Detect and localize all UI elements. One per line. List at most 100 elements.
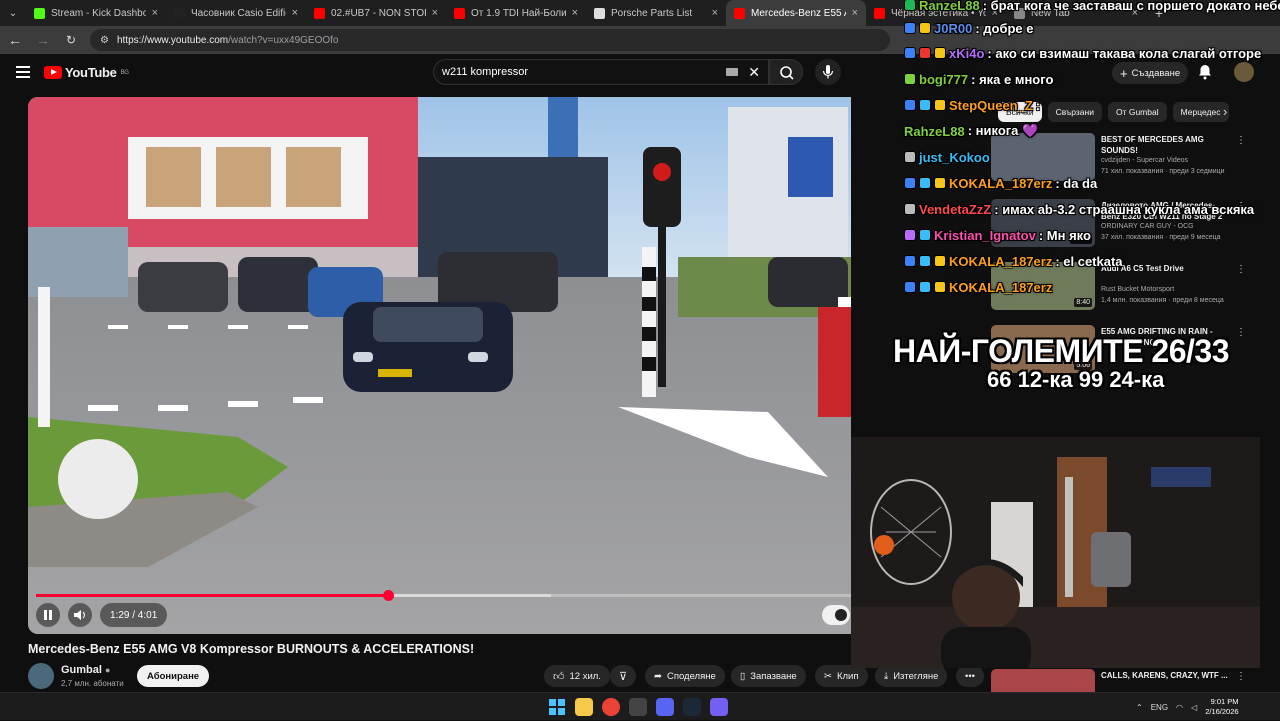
autoplay-knob <box>835 609 847 621</box>
windows-start-icon[interactable] <box>548 698 566 716</box>
browser-tab[interactable]: От 1.9 TDI Най-Болия! I Бих × <box>446 0 586 26</box>
chat-message: KOKALA_187erz: da da <box>904 172 1097 194</box>
viber-icon[interactable] <box>710 698 728 716</box>
more-options-icon[interactable]: ⋮ <box>1236 327 1246 338</box>
chat-message: KOKALA_187erz <box>904 276 1052 298</box>
youtube-play-icon <box>44 66 62 79</box>
clock[interactable]: 9:01 PM 2/16/2026 <box>1205 697 1238 717</box>
progress-bar[interactable] <box>36 590 851 601</box>
pause-icon <box>44 610 52 620</box>
tab-title: Часовник Casio Edifice ECB <box>191 7 286 19</box>
chat-username[interactable]: RahzeL88 <box>904 124 965 139</box>
discord-icon[interactable] <box>656 698 674 716</box>
chat-username[interactable]: bogi777 <box>919 72 968 87</box>
chat-badge-icon <box>904 177 916 189</box>
chevron-up-icon[interactable]: ⌃ <box>1136 703 1143 712</box>
chat-badge-icon <box>904 73 916 85</box>
search-input[interactable]: w211 kompressor ✕ <box>433 59 769 85</box>
obs-icon[interactable] <box>629 698 647 716</box>
progress-scrubber[interactable] <box>383 590 395 601</box>
keyboard-icon[interactable] <box>726 68 739 76</box>
close-tab-icon[interactable]: × <box>852 7 858 19</box>
like-button[interactable]: 👍︎ 12 хил. <box>544 665 610 687</box>
chat-username[interactable]: RanzeL88 <box>919 0 980 13</box>
time-text: 1:29 / 4:01 <box>110 609 158 621</box>
dislike-button[interactable]: ⊽ <box>610 665 637 687</box>
input-language[interactable]: ENG <box>1151 703 1168 712</box>
close-tab-icon[interactable]: × <box>572 7 578 19</box>
chat-message: StepQueen_Z: <box>904 94 1040 116</box>
subscribe-button[interactable]: Абониране <box>137 665 210 687</box>
close-tab-icon[interactable]: × <box>432 7 438 19</box>
channel-avatar[interactable] <box>28 663 54 689</box>
time-display: 1:29 / 4:01 <box>100 603 168 627</box>
chat-username[interactable]: KOKALA_187erz <box>949 254 1052 269</box>
download-button[interactable]: ⤓ Изтегляне <box>875 665 948 687</box>
pause-button[interactable] <box>36 603 60 627</box>
close-tab-icon[interactable]: × <box>152 7 158 19</box>
close-tab-icon[interactable]: × <box>292 7 298 19</box>
voice-search-button[interactable] <box>815 59 841 85</box>
chat-badge-icon <box>919 22 931 34</box>
chat-badge-icon <box>904 0 916 11</box>
chat-badge-icon <box>919 255 931 267</box>
browser-tab[interactable]: 02.#UB7 - NON STOP [OFFIC × <box>306 0 446 26</box>
chat-text: : никога 💜 <box>967 123 1039 138</box>
menu-icon[interactable] <box>16 66 30 78</box>
clip-button[interactable]: ✂ Клип <box>815 665 868 687</box>
microphone-icon <box>822 65 834 79</box>
chat-message: xKi4o: ако си взимаш такава кола слагай … <box>904 42 1261 64</box>
more-options-icon[interactable]: ⋮ <box>1236 671 1246 682</box>
chat-text: : <box>1035 97 1041 113</box>
chat-username[interactable]: KOKALA_187erz <box>949 280 1052 295</box>
chat-text: : da da <box>1055 175 1098 191</box>
clear-search-icon[interactable]: ✕ <box>748 64 760 81</box>
chat-username[interactable]: KOKALA_187erz <box>949 176 1052 191</box>
chat-username[interactable]: just_Kokoo <box>919 150 990 165</box>
chat-badge-icon <box>919 229 931 241</box>
back-icon[interactable]: ← <box>6 32 24 48</box>
youtube-logo[interactable]: YouTube BG <box>44 65 129 80</box>
download-label: Изтегляне <box>893 670 939 682</box>
bookmark-icon: ▯ <box>740 670 746 682</box>
chrome-icon[interactable] <box>602 698 620 716</box>
chat-username[interactable]: VendetaZzZ <box>919 202 991 217</box>
chat-username[interactable]: J0R00 <box>934 21 972 36</box>
steam-icon[interactable] <box>683 698 701 716</box>
forward-icon[interactable]: → <box>34 32 52 48</box>
recommendation-title[interactable]: CALLS, KARENS, CRAZY, WTF ... <box>1101 670 1229 681</box>
channel-name[interactable]: Gumbal ● <box>61 664 110 676</box>
chat-text: : ако си взимаш такава кола слагай отгор… <box>987 45 1262 61</box>
reload-icon[interactable]: ↻ <box>62 33 80 47</box>
video-player[interactable]: 1:29 / 4:01 <box>28 97 851 634</box>
chat-username[interactable]: Kristian_Ignatov <box>934 228 1036 243</box>
stream-goal-subtitle: 66 12-ка 99 24-ка <box>987 367 1165 392</box>
chat-message: J0R00: добре е <box>904 17 1034 39</box>
chat-username[interactable]: StepQueen_Z <box>949 98 1033 113</box>
more-actions-button[interactable]: ••• <box>956 665 984 687</box>
save-button[interactable]: ▯ Запазване <box>731 665 806 687</box>
autoplay-toggle[interactable] <box>822 605 850 625</box>
close-tab-icon[interactable]: × <box>712 7 718 19</box>
region-code: BG <box>120 69 129 76</box>
volume-button[interactable] <box>68 603 92 627</box>
speaker-icon[interactable]: ◁ <box>1191 703 1197 712</box>
chat-username[interactable]: xKi4o <box>949 46 984 61</box>
browser-tab[interactable]: Porsche Parts List × <box>586 0 726 26</box>
address-bar[interactable]: ⚙ https://www.youtube.com/watch?v=uxx49G… <box>90 29 890 51</box>
browser-tab[interactable]: Stream - Kick Dashboard × <box>26 0 166 26</box>
tab-search-icon[interactable]: ⌄ <box>0 0 26 26</box>
like-count: 12 хил. <box>569 670 601 682</box>
browser-tab[interactable]: Mercedes-Benz E55 AMG × <box>726 0 866 26</box>
file-explorer-icon[interactable] <box>575 698 593 716</box>
url-host: https://www.youtube.com <box>116 34 229 46</box>
webcam-frame <box>851 437 1260 668</box>
chat-text: : el cetkata <box>1055 253 1123 269</box>
chat-badge-icon <box>904 22 916 34</box>
site-info-icon[interactable]: ⚙ <box>100 35 109 46</box>
wifi-icon[interactable]: ◠ <box>1176 703 1183 712</box>
share-button[interactable]: ➦ Споделяне <box>645 665 725 687</box>
search-button[interactable] <box>769 59 803 85</box>
chat-message: KOKALA_187erz: el cetkata <box>904 250 1123 272</box>
browser-tab[interactable]: Часовник Casio Edifice ECB × <box>166 0 306 26</box>
